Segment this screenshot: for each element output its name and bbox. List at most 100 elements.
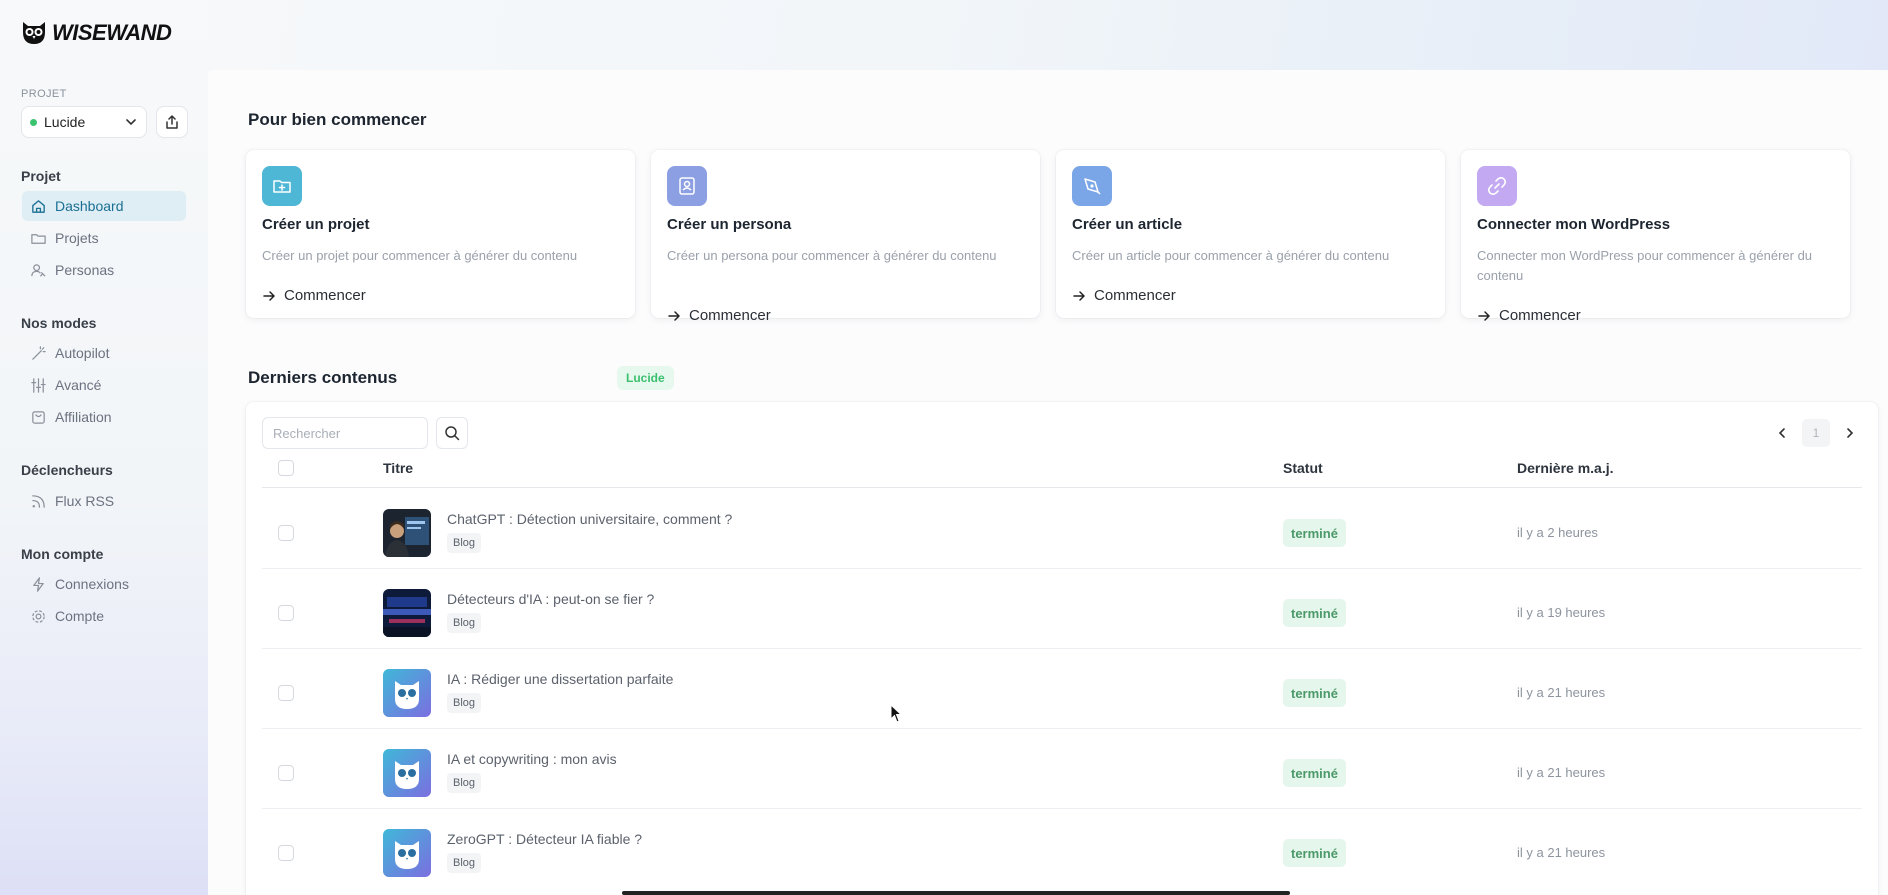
app-window: WISEWAND PROJET Lucide Projet Dashboard … bbox=[0, 0, 1888, 895]
project-label: PROJET bbox=[21, 88, 67, 100]
sidebar-item-label: Connexions bbox=[55, 576, 129, 592]
card-start-link[interactable]: Commencer bbox=[667, 307, 771, 324]
sidebar-item-dashboard[interactable]: Dashboard bbox=[22, 191, 186, 221]
row-tag: Blog bbox=[447, 693, 482, 713]
search-input[interactable] bbox=[262, 417, 428, 449]
status-badge: terminé bbox=[1283, 519, 1346, 547]
brand-name: WISEWAND bbox=[52, 20, 172, 45]
sidebar-item-projets[interactable]: Projets bbox=[22, 223, 186, 253]
card-title: Créer un article bbox=[1072, 216, 1183, 233]
row-tag: Blog bbox=[447, 533, 482, 553]
arrow-right-icon bbox=[1073, 290, 1085, 301]
sidebar-item-affiliation[interactable]: Affiliation bbox=[22, 402, 186, 432]
row-title[interactable]: IA : Rédiger une dissertation parfaite bbox=[447, 671, 673, 687]
table-row[interactable]: ZeroGPT : Détecteur IA fiable ? Blog ter… bbox=[262, 809, 1862, 889]
card-description: Créer un projet pour commencer à générer… bbox=[262, 248, 578, 263]
column-status: Statut bbox=[1283, 460, 1323, 476]
card-link-label: Commencer bbox=[689, 307, 771, 324]
card-connect-wordpress[interactable]: Connecter mon WordPress Connecter mon Wo… bbox=[1461, 150, 1850, 324]
sidebar-item-autopilot[interactable]: Autopilot bbox=[22, 338, 186, 368]
column-title: Titre bbox=[383, 460, 414, 476]
next-page-button[interactable] bbox=[1838, 419, 1862, 447]
row-updated: il y a 19 heures bbox=[1517, 605, 1606, 620]
owl-logo-icon bbox=[23, 22, 45, 44]
table-row[interactable]: IA : Rédiger une dissertation parfaite B… bbox=[262, 649, 1862, 729]
sidebar-item-avance[interactable]: Avancé bbox=[22, 370, 186, 400]
row-title[interactable]: ZeroGPT : Détecteur IA fiable ? bbox=[447, 831, 642, 847]
arrow-right-icon bbox=[668, 310, 680, 321]
sidebar: WISEWAND PROJET Lucide Projet Dashboard … bbox=[0, 0, 208, 895]
user-card-icon bbox=[679, 177, 695, 195]
page-number[interactable]: 1 bbox=[1802, 419, 1830, 447]
pagination: 1 bbox=[1770, 419, 1862, 447]
photo-thumbnail-icon bbox=[383, 589, 431, 637]
sidebar-item-label: Avancé bbox=[55, 377, 102, 393]
mouse-cursor-icon bbox=[890, 704, 903, 723]
row-checkbox[interactable] bbox=[278, 605, 294, 621]
sliders-icon bbox=[31, 377, 46, 393]
card-create-project[interactable]: Créer un projet Créer un projet pour com… bbox=[246, 150, 635, 318]
row-title[interactable]: ChatGPT : Détection universitaire, comme… bbox=[447, 511, 732, 527]
arrow-right-icon bbox=[1478, 310, 1490, 321]
card-title: Connecter mon WordPress bbox=[1477, 216, 1671, 233]
card-link-label: Commencer bbox=[284, 287, 366, 304]
article-thumbnail bbox=[383, 669, 431, 717]
sidebar-item-connexions[interactable]: Connexions bbox=[22, 569, 186, 599]
project-select-value: Lucide bbox=[44, 114, 86, 130]
sidebar-item-label: Autopilot bbox=[55, 345, 110, 361]
article-thumbnail bbox=[383, 509, 431, 557]
row-checkbox[interactable] bbox=[278, 685, 294, 701]
card-icon-wrap bbox=[1477, 166, 1517, 206]
table-row[interactable]: ChatGPT : Détection universitaire, comme… bbox=[262, 489, 1862, 569]
chevron-down-icon bbox=[126, 119, 136, 126]
row-checkbox[interactable] bbox=[278, 765, 294, 781]
table-header: Titre Statut Dernière m.a.j. bbox=[262, 448, 1862, 488]
link-icon bbox=[1487, 176, 1507, 196]
search-icon bbox=[445, 426, 460, 441]
row-updated: il y a 21 heures bbox=[1517, 765, 1606, 780]
card-create-article[interactable]: Créer un article Créer un article pour c… bbox=[1056, 150, 1445, 318]
project-badge: Lucide bbox=[617, 366, 674, 390]
photo-thumbnail-icon bbox=[383, 509, 431, 557]
table-row[interactable]: IA et copywriting : mon avis Blog termin… bbox=[262, 729, 1862, 809]
shopping-bag-icon bbox=[32, 410, 45, 424]
owl-thumbnail-icon bbox=[383, 749, 431, 797]
sidebar-item-compte[interactable]: Compte bbox=[22, 601, 186, 631]
sidebar-item-label: Dashboard bbox=[55, 198, 124, 214]
row-checkbox[interactable] bbox=[278, 525, 294, 541]
column-updated: Dernière m.a.j. bbox=[1517, 460, 1614, 476]
row-tag: Blog bbox=[447, 773, 482, 793]
row-updated: il y a 2 heures bbox=[1517, 525, 1598, 540]
share-button[interactable] bbox=[156, 106, 188, 138]
card-start-link[interactable]: Commencer bbox=[1072, 287, 1176, 304]
table-row[interactable]: Détecteurs d'IA : peut-on se fier ? Blog… bbox=[262, 569, 1862, 649]
card-start-link[interactable]: Commencer bbox=[262, 287, 366, 304]
row-checkbox[interactable] bbox=[278, 845, 294, 861]
folder-icon bbox=[31, 233, 46, 244]
row-title[interactable]: Détecteurs d'IA : peut-on se fier ? bbox=[447, 591, 654, 607]
gear-icon bbox=[32, 609, 45, 623]
card-description: Connecter mon WordPress pour commencer à… bbox=[1477, 248, 1813, 283]
search-button[interactable] bbox=[436, 417, 468, 449]
nav-section-nos-modes: Nos modes bbox=[21, 315, 97, 331]
select-all-checkbox[interactable] bbox=[278, 460, 294, 476]
sidebar-item-label: Affiliation bbox=[55, 409, 112, 425]
sidebar-item-personas[interactable]: Personas bbox=[22, 255, 186, 285]
prev-page-button[interactable] bbox=[1770, 419, 1794, 447]
sidebar-item-flux-rss[interactable]: Flux RSS bbox=[22, 486, 186, 516]
chevron-right-icon bbox=[1847, 428, 1854, 438]
article-thumbnail bbox=[383, 589, 431, 637]
horizontal-scrollbar[interactable] bbox=[622, 891, 1290, 895]
row-title[interactable]: IA et copywriting : mon avis bbox=[447, 751, 617, 767]
article-thumbnail bbox=[383, 829, 431, 877]
sidebar-item-label: Compte bbox=[55, 608, 105, 624]
card-start-link[interactable]: Commencer bbox=[1477, 307, 1581, 324]
latest-content-title: Derniers contenus bbox=[248, 368, 398, 387]
pen-nib-icon bbox=[1084, 178, 1101, 195]
sidebar-item-label: Flux RSS bbox=[55, 493, 115, 509]
logo[interactable]: WISEWAND bbox=[20, 20, 172, 46]
users-icon bbox=[31, 263, 46, 277]
card-description: Créer un article pour commencer à génére… bbox=[1072, 248, 1390, 263]
project-select[interactable]: Lucide bbox=[21, 106, 147, 138]
card-create-persona[interactable]: Créer un persona Créer un persona pour c… bbox=[651, 150, 1040, 324]
